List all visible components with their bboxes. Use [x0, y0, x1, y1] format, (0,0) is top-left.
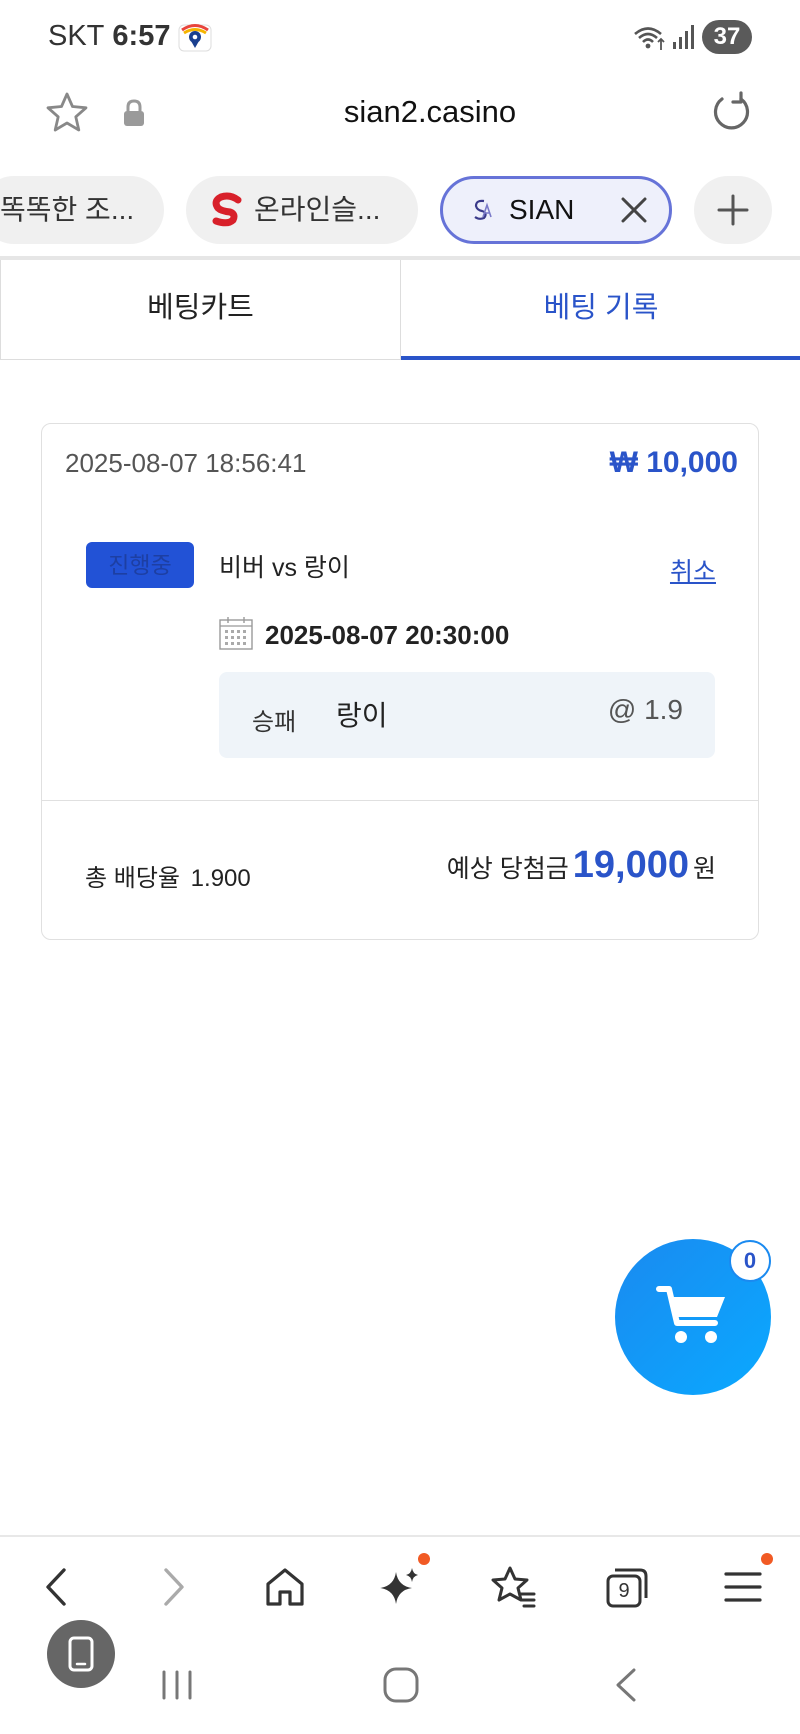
close-icon[interactable] [619, 195, 649, 225]
status-badge: 진행중 [86, 542, 194, 588]
payout-label: 예상 당첨금 [446, 855, 569, 883]
wifi-icon [634, 27, 665, 50]
payout-unit: 원 [692, 855, 716, 883]
recents-icon[interactable] [160, 1668, 194, 1702]
browser-tab-label: 똑똑한 조... [0, 194, 135, 225]
status-bar: SKT 6:57 37 [0, 0, 800, 76]
total-odds-value: 1.900 [190, 865, 251, 892]
url-text[interactable]: sian2.casino [0, 94, 800, 130]
bet-datetime: 2025-08-07 18:56:41 [65, 448, 307, 478]
cart-icon [656, 1286, 725, 1343]
url-bar: sian2.casino [0, 80, 800, 144]
status-time: 6:57 [112, 20, 171, 52]
browser-tab-1[interactable]: 똑똑한 조... [0, 176, 164, 244]
card-divider [42, 800, 758, 801]
browser-tab-2[interactable]: 온라인슬... [186, 176, 418, 244]
system-home-icon[interactable] [382, 1666, 420, 1704]
tab-strip: 똑똑한 조... 온라인슬... SIAN [0, 176, 800, 244]
pick-odds: @ 1.9 [607, 694, 683, 725]
ai-notification-dot [418, 1553, 430, 1565]
phone-mode-button[interactable] [47, 1620, 115, 1688]
system-back-icon[interactable] [612, 1666, 640, 1704]
tab-betting-cart[interactable]: 베팅카트 [1, 260, 401, 360]
match-name: 비버 vs 랑이 [219, 554, 350, 582]
s-logo-icon [212, 192, 242, 227]
total-odds-label: 총 배당율 [85, 865, 180, 892]
payout-value: 19,000 [572, 844, 689, 886]
plus-icon [717, 194, 749, 226]
browser-tab-label: SIAN [509, 194, 575, 225]
cart-count-badge: 0 [729, 1240, 771, 1282]
reload-icon[interactable] [708, 90, 754, 136]
expected-payout: 예상 당첨금 19,000 원 [447, 844, 716, 887]
phone-icon [68, 1636, 94, 1672]
bet-history-card: 2025-08-07 18:56:41 ₩ 10,000 진행중 비버 vs 랑… [41, 423, 759, 940]
signal-icon [673, 25, 694, 49]
location-map-icon [178, 24, 212, 52]
match-time: 2025-08-07 20:30:00 [265, 620, 510, 650]
pick-selection: 랑이 [336, 700, 388, 731]
browser-tab-label: 온라인슬... [254, 194, 381, 225]
carrier-label: SKT [48, 20, 105, 52]
browser-tab-3-active[interactable]: SIAN [440, 176, 672, 244]
home-icon[interactable] [260, 1562, 310, 1612]
bet-tabs: 베팅카트 베팅 기록 [0, 260, 800, 360]
menu-icon[interactable] [718, 1562, 768, 1612]
tabs-button[interactable]: 9 [602, 1562, 652, 1612]
bet-pick: 승패 랑이 @ 1.9 [219, 672, 715, 758]
total-odds: 총 배당율 1.900 [85, 858, 251, 893]
sian-logo-icon [474, 199, 492, 220]
back-icon[interactable] [32, 1562, 82, 1612]
ai-sparkle-icon[interactable] [374, 1562, 424, 1612]
tab-count: 9 [618, 1580, 630, 1602]
new-tab-button[interactable] [694, 176, 772, 244]
forward-icon[interactable] [148, 1562, 198, 1612]
battery-icon: 37 [702, 20, 752, 54]
bottom-toolbar-divider [0, 1535, 800, 1537]
bookmarks-icon[interactable] [488, 1562, 538, 1612]
cancel-link[interactable]: 취소 [670, 552, 716, 588]
menu-notification-dot [761, 1553, 773, 1565]
tab-betting-history[interactable]: 베팅 기록 [401, 260, 800, 360]
pick-market: 승패 [252, 709, 297, 736]
bet-amount: ₩ 10,000 [609, 446, 738, 479]
calendar-icon [219, 617, 253, 650]
status-carrier: SKT 6:57 [48, 20, 170, 53]
